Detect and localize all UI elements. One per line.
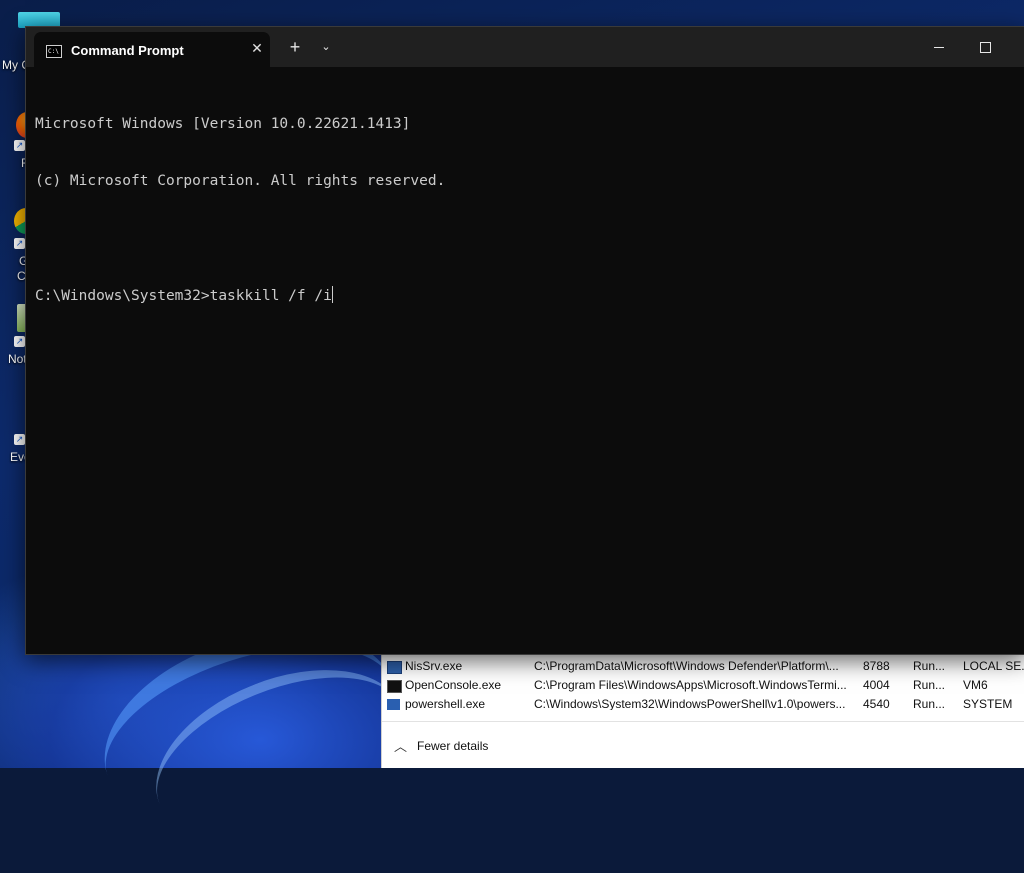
maximize-button[interactable] bbox=[962, 27, 1008, 67]
process-name: OpenConsole.exe bbox=[405, 678, 502, 692]
process-status: Run... bbox=[913, 659, 946, 673]
process-pid: 8788 bbox=[863, 659, 890, 673]
console-line: Microsoft Windows [Version 10.0.22621.14… bbox=[35, 116, 411, 132]
table-row[interactable]: powershell.exe C:\Windows\System32\Windo… bbox=[382, 695, 1024, 710]
shortcut-arrow-icon: ↗ bbox=[14, 140, 25, 151]
shortcut-arrow-icon: ↗ bbox=[14, 238, 25, 249]
minimize-button[interactable] bbox=[916, 27, 962, 67]
tab-title: Command Prompt bbox=[71, 43, 184, 58]
minimize-icon bbox=[934, 47, 944, 48]
console-icon bbox=[387, 680, 402, 693]
process-pid: 4004 bbox=[863, 678, 890, 692]
table-row[interactable]: NisSrv.exe C:\ProgramData\Microsoft\Wind… bbox=[382, 657, 1024, 676]
process-user: LOCAL SE... bbox=[963, 659, 1024, 673]
terminal-window[interactable]: C:\ Command Prompt ✕ + ⌄ Microsoft Windo… bbox=[25, 26, 1024, 655]
table-row[interactable]: OpenConsole.exe C:\Program Files\Windows… bbox=[382, 676, 1024, 695]
powershell-icon bbox=[387, 699, 400, 710]
fewer-details-button[interactable]: ︿ Fewer details bbox=[382, 722, 1024, 768]
app-icon bbox=[387, 661, 402, 674]
process-name: NisSrv.exe bbox=[405, 659, 463, 673]
process-path: C:\Windows\System32\WindowsPowerShell\v1… bbox=[534, 697, 846, 710]
chevron-up-icon: ︿ bbox=[394, 739, 408, 754]
process-user: VM6 bbox=[963, 678, 988, 692]
text-cursor bbox=[331, 286, 333, 303]
shortcut-arrow-icon: ↗ bbox=[14, 336, 25, 347]
tab-command-prompt[interactable]: C:\ Command Prompt ✕ bbox=[34, 32, 270, 67]
process-path: C:\Program Files\WindowsApps\Microsoft.W… bbox=[534, 678, 847, 692]
cmd-icon: C:\ bbox=[46, 45, 62, 58]
process-user: SYSTEM bbox=[963, 697, 1013, 710]
fewer-details-label: Fewer details bbox=[417, 739, 489, 753]
process-pid: 4540 bbox=[863, 697, 890, 710]
command-text: C:\Windows\System32>taskkill /f /i bbox=[35, 288, 332, 304]
desktop-icon-label: Not bbox=[8, 352, 27, 366]
console-line: (c) Microsoft Corporation. All rights re… bbox=[35, 173, 446, 189]
close-tab-icon[interactable]: ✕ bbox=[248, 39, 266, 57]
chevron-down-icon[interactable]: ⌄ bbox=[315, 36, 337, 58]
process-path: C:\ProgramData\Microsoft\Windows Defende… bbox=[534, 659, 839, 673]
title-bar[interactable]: C:\ Command Prompt ✕ + ⌄ bbox=[26, 27, 1024, 67]
shortcut-arrow-icon: ↗ bbox=[14, 434, 25, 445]
task-manager-window: NisSrv.exe C:\ProgramData\Microsoft\Wind… bbox=[381, 652, 1024, 768]
process-status: Run... bbox=[913, 678, 946, 692]
console-output[interactable]: Microsoft Windows [Version 10.0.22621.14… bbox=[35, 77, 1015, 647]
close-window-button[interactable] bbox=[1008, 27, 1024, 67]
command-line[interactable]: C:\Windows\System32>taskkill /f /i bbox=[35, 286, 1015, 305]
maximize-icon bbox=[980, 42, 991, 53]
new-tab-button[interactable]: + bbox=[284, 36, 306, 58]
process-name: powershell.exe bbox=[405, 697, 486, 710]
process-status: Run... bbox=[913, 697, 946, 710]
process-list: NisSrv.exe C:\ProgramData\Microsoft\Wind… bbox=[382, 652, 1024, 710]
